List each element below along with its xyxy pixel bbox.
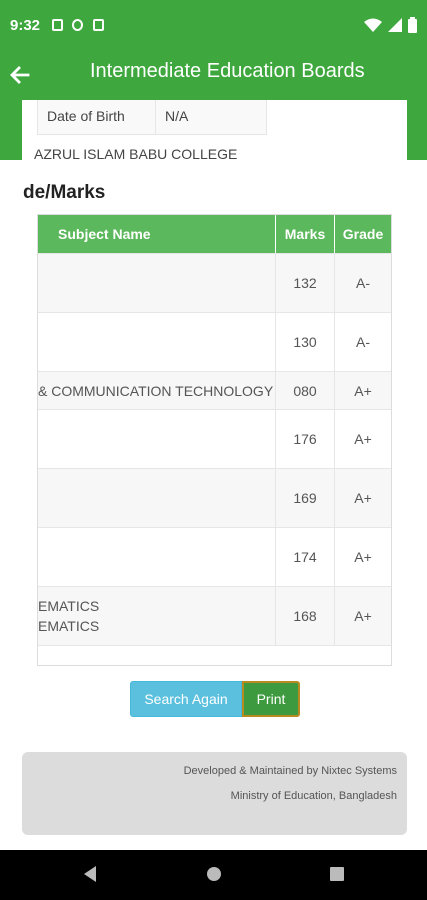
- grade-cell: A-: [356, 275, 370, 291]
- header-grade: Grade: [342, 226, 384, 242]
- result-card: Date of Birth N/A AZRUL ISLAM BABU COLLE…: [22, 100, 407, 740]
- marks-cell: 132: [276, 254, 335, 312]
- subject-cell: [38, 313, 276, 371]
- marks-table: Subject Name Marks Grade 132 A- 130 A- &…: [37, 214, 392, 666]
- nav-back-icon[interactable]: [82, 865, 98, 883]
- battery-icon: [408, 17, 417, 33]
- dob-row: Date of Birth N/A: [37, 100, 267, 135]
- subject-cell: [38, 469, 276, 527]
- nav-recents-icon[interactable]: [329, 865, 345, 883]
- marks-cell: 080: [276, 372, 335, 409]
- marks-cell: 169: [276, 469, 335, 527]
- marks-cell: 176: [276, 410, 335, 468]
- sim-icon: [93, 19, 104, 31]
- table-row: 176 A+: [38, 409, 391, 468]
- table-row: 169 A+: [38, 468, 391, 527]
- marks-cell: 168: [276, 587, 335, 645]
- subject-name: EMATICS: [38, 598, 100, 614]
- grade-cell: A+: [354, 382, 372, 399]
- subject-cell: [38, 410, 276, 468]
- table-header: Subject Name Marks Grade: [38, 215, 391, 253]
- table-row: & COMMUNICATION TECHNOLOGY 080 A+: [38, 371, 391, 409]
- header-band-left: [0, 100, 22, 160]
- table-footer: [38, 645, 391, 665]
- subject-cell: EMATICS EMATICS: [38, 587, 276, 645]
- status-time: 9:32: [10, 17, 41, 34]
- section-title: de/Marks: [23, 182, 106, 203]
- subject-name-line2: EMATICS: [38, 618, 100, 634]
- subject-cell: [38, 254, 276, 312]
- search-again-button[interactable]: Search Again: [130, 681, 242, 717]
- dob-label: Date of Birth: [38, 100, 156, 134]
- subject-name: & COMMUNICATION TECHNOLOGY: [38, 382, 274, 399]
- college-name: AZRUL ISLAM BABU COLLEGE: [34, 146, 238, 162]
- table-row: 174 A+: [38, 527, 391, 586]
- table-row: 132 A-: [38, 253, 391, 312]
- table-body: 132 A- 130 A- & COMMUNICATION TECHNOLOGY…: [38, 253, 391, 645]
- footer: Developed & Maintained by Nixtec Systems…: [22, 752, 407, 835]
- grade-cell: A+: [354, 549, 372, 565]
- wifi-icon: [364, 18, 382, 32]
- marks-cell: 130: [276, 313, 335, 371]
- header-band-right: [405, 100, 427, 160]
- arrow-left-icon: [10, 66, 30, 84]
- subject-cell: & COMMUNICATION TECHNOLOGY: [38, 372, 276, 409]
- app-bar: Intermediate Education Boards: [0, 50, 427, 100]
- table-row: 130 A-: [38, 312, 391, 371]
- footer-ministry: Ministry of Education, Bangladesh: [230, 790, 397, 802]
- table-row: EMATICS EMATICS 168 A+: [38, 586, 391, 645]
- action-buttons: Search Again Print: [130, 681, 300, 717]
- grade-cell: A+: [354, 431, 372, 447]
- nav-home-icon[interactable]: [206, 865, 222, 883]
- back-button[interactable]: [6, 61, 34, 89]
- grade-cell: A+: [354, 490, 372, 506]
- header-subject: Subject Name: [38, 215, 276, 253]
- status-bar: 9:32: [0, 0, 427, 50]
- page-title: Intermediate Education Boards: [90, 60, 365, 82]
- footer-developer: Developed & Maintained by Nixtec Systems: [183, 765, 397, 777]
- notification-icon: [72, 19, 83, 31]
- notification-icon: [52, 19, 63, 31]
- grade-cell: A+: [354, 608, 372, 624]
- subject-cell: [38, 528, 276, 586]
- header-marks: Marks: [276, 215, 335, 253]
- system-nav-bar: [0, 850, 427, 900]
- marks-cell: 174: [276, 528, 335, 586]
- dob-value: N/A: [156, 100, 266, 134]
- print-button[interactable]: Print: [242, 681, 300, 717]
- signal-icon: [388, 18, 402, 32]
- grade-cell: A-: [356, 334, 370, 350]
